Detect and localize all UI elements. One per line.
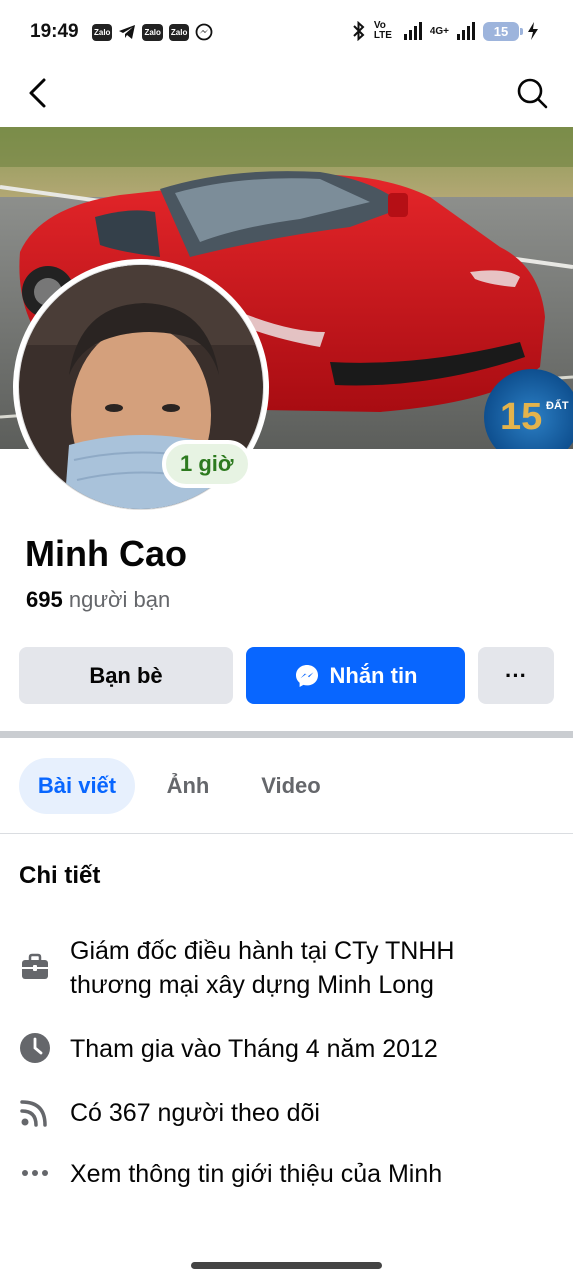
zalo-icon: Zalo <box>92 23 113 41</box>
profile-name: Minh Cao <box>25 533 187 574</box>
detail-followers: Có 367 người theo dõi <box>19 1096 540 1130</box>
friends-label: người bạn <box>68 587 171 612</box>
more-options-button[interactable]: ··· <box>478 647 554 704</box>
detail-joined: Tham gia vào Tháng 4 năm 2012 <box>19 1032 540 1066</box>
home-indicator[interactable] <box>191 1262 382 1269</box>
detail-work: Giám đốc điều hành tại CTy TNHH thương m… <box>19 934 540 1002</box>
detail-about-text: Xem thông tin giới thiệu của Minh <box>70 1160 443 1188</box>
detail-about[interactable]: Xem thông tin giới thiệu của Minh <box>19 1157 540 1191</box>
cover-logo-number: 15 <box>500 396 542 438</box>
messenger-status-icon <box>195 23 213 41</box>
message-button[interactable]: Nhắn tin <box>246 647 465 704</box>
signal-icon-2 <box>457 22 475 40</box>
search-button[interactable] <box>515 76 549 110</box>
messenger-icon <box>295 664 318 687</box>
tab-video[interactable]: Video <box>246 758 336 814</box>
ellipsis-icon <box>22 1170 48 1176</box>
friends-count: 695 <box>26 587 63 612</box>
status-bar: 19:49 Zalo Zalo Zalo Vo LTE 4G+ 15 <box>0 0 573 64</box>
status-system-icons: Vo LTE 4G+ 15 <box>352 21 539 41</box>
network-label: 4G+ <box>429 25 449 37</box>
section-divider <box>0 731 573 738</box>
battery-indicator: 15 <box>483 21 523 41</box>
signal-icon <box>403 22 422 40</box>
tab-posts[interactable]: Bài viết <box>19 758 135 814</box>
clock-icon <box>20 1033 50 1063</box>
detail-work-text: Giám đốc điều hành tại CTy TNHH thương m… <box>70 937 455 999</box>
tab-photos[interactable]: Ảnh <box>148 758 228 814</box>
tabs-divider <box>0 833 573 834</box>
charging-icon <box>528 22 538 40</box>
search-icon <box>517 78 548 109</box>
details-heading: Chi tiết <box>19 862 101 889</box>
detail-followers-text: Có 367 người theo dõi <box>70 1099 320 1127</box>
friends-count-line[interactable]: 695 người bạn <box>26 587 170 613</box>
telegram-icon <box>119 25 136 39</box>
rss-icon <box>20 1100 47 1127</box>
friends-button[interactable]: Bạn bè <box>19 647 233 704</box>
zalo-icon: Zalo <box>168 23 190 41</box>
message-button-label: Nhắn tin <box>329 662 418 688</box>
back-button[interactable] <box>22 76 56 110</box>
status-time: 19:49 <box>30 21 79 42</box>
volte-label: Vo LTE <box>373 20 392 41</box>
back-arrow-icon <box>29 78 46 108</box>
active-status-badge: 1 giờ <box>162 440 252 488</box>
briefcase-icon <box>22 953 48 979</box>
status-app-icons: Zalo Zalo Zalo <box>92 23 213 41</box>
zalo-icon: Zalo <box>142 23 163 41</box>
top-navigation <box>0 64 573 126</box>
detail-joined-text: Tham gia vào Tháng 4 năm 2012 <box>70 1035 438 1063</box>
cover-logo-side: ĐẤT <box>546 399 569 412</box>
bluetooth-icon <box>353 21 365 41</box>
